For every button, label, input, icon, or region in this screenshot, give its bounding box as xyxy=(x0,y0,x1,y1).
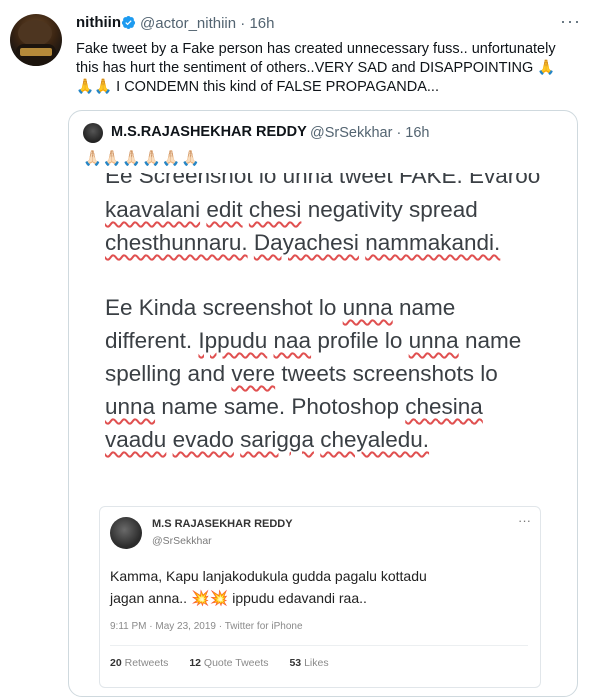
timestamp[interactable]: · 16h xyxy=(240,15,274,32)
tweet-text: Fake tweet by a Fake person has created … xyxy=(76,41,556,95)
author-avatar[interactable] xyxy=(10,14,62,66)
embedded-tweet-stats: 20 Retweets 12 Quote Tweets 53 Likes xyxy=(110,657,329,669)
quoted-author-handle: @SrSekkhar · 16h xyxy=(310,125,430,141)
screenshot-line: Ee Kinda screenshot lo unna name xyxy=(105,295,456,320)
embedded-author-name: M.S RAJASEKHAR REDDY xyxy=(152,518,293,530)
divider xyxy=(110,645,528,646)
author-handle[interactable]: @actor_nithiin · 16h xyxy=(140,15,274,32)
embedded-tweet-text: Kamma, Kapu lanjakodukula gudda pagalu k… xyxy=(110,565,530,610)
embedded-author-handle: @SrSekkhar xyxy=(152,535,212,547)
embedded-more-icon: ··· xyxy=(518,513,531,528)
embedded-author-avatar xyxy=(110,517,142,549)
embedded-tweet-card: M.S RAJASEKHAR REDDY @SrSekkhar ··· Kamm… xyxy=(99,506,541,688)
screenshot-line: kaavalani edit chesi negativity spread xyxy=(105,197,478,222)
quoted-tweet-emojis: 🙏🏻🙏🏻🙏🏻🙏🏻🙏🏻🙏🏻 xyxy=(83,150,202,167)
embedded-tweet-meta: 9:11 PM · May 23, 2019 · Twitter for iPh… xyxy=(110,621,303,632)
screenshot-line: unna name same. Photoshop chesina xyxy=(105,394,483,419)
author-name[interactable]: nithiin xyxy=(76,14,121,31)
quoted-tweet-card[interactable]: M.S.RAJASHEKHAR REDDY @SrSekkhar · 16h 🙏… xyxy=(68,110,578,697)
quoted-author-avatar xyxy=(83,123,103,143)
quoted-author-name: M.S.RAJASHEKHAR REDDY xyxy=(111,124,307,140)
screenshot-line: chesthunnaru. Dayachesi nammakandi. xyxy=(105,230,501,255)
collision-icon: 💥💥 xyxy=(190,590,229,607)
screenshot-line: different. Ippudu naa profile lo unna na… xyxy=(105,328,522,353)
more-options-icon[interactable]: ··· xyxy=(560,11,581,32)
verified-badge-icon xyxy=(121,15,136,30)
handle-text: @actor_nithiin xyxy=(140,15,237,32)
screenshot-line: spelling and vere tweets screenshots lo xyxy=(105,361,498,386)
screenshot-line: vaadu evado sarigga cheyaledu. xyxy=(105,427,430,452)
